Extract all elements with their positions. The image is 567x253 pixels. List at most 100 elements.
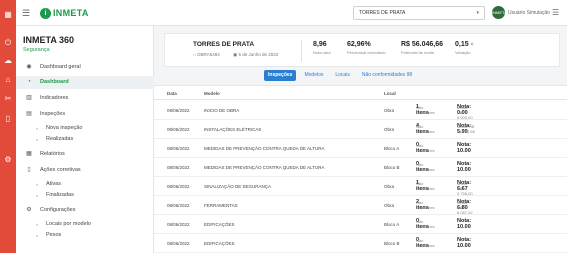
trend-down-icon: <	[470, 42, 474, 48]
cell-model: FERRAMENTAS	[204, 203, 238, 208]
menu-icon[interactable]: ☰	[22, 8, 30, 19]
summary-date: ▣ 5 de Junho de 2022	[233, 52, 279, 57]
cell-location: Obra	[384, 108, 395, 113]
module-subtitle: Segurança	[23, 47, 50, 53]
table-header: Data Modelo Local	[154, 86, 567, 100]
sidebar-item-dashboard[interactable]: ◔ Dashboard	[16, 76, 154, 89]
apps-menu-icon[interactable]: ☰	[552, 8, 559, 17]
document-icon[interactable]: ▯	[3, 114, 13, 124]
items-label: Não conformes	[416, 143, 435, 153]
multa-value: Multa: R$ 6.000,00	[457, 105, 473, 120]
report-icon: ▦	[26, 151, 32, 157]
tools-icon[interactable]: ✂	[3, 94, 13, 104]
cloud-icon[interactable]: ☁	[3, 56, 13, 66]
cell-location: Obra	[384, 203, 395, 208]
header-modelo[interactable]: Modelo	[204, 91, 220, 96]
table-row[interactable]: 08/06/2022 FERRAMENTAS Obra 2 itens Não conf…	[154, 196, 567, 215]
speedometer-icon: ◔	[27, 79, 31, 85]
logo-mark-icon: i	[40, 7, 51, 19]
table-row[interactable]: 08/06/2022 INSTALAÇÕES ELÉTRICAS Obra 4 ite…	[154, 120, 567, 139]
header-data[interactable]: Data	[167, 91, 177, 96]
summary-code: ⌂ OBRA5484	[193, 52, 220, 57]
module-title: INMETA 360	[23, 35, 75, 45]
table-row[interactable]: 08/06/2022 MEDIDAS DE PREVENÇÃO CONTRA QU…	[154, 158, 567, 177]
inspections-table: Data Modelo Local 09/06/2022 INICIO DE OB…	[154, 85, 567, 253]
table-row[interactable]: 08/06/2022 MEDIDAS DE PREVENÇÃO CONTRA QU…	[154, 139, 567, 158]
cell-location: Obra	[384, 184, 395, 189]
tab-locais[interactable]: Locais	[331, 70, 353, 81]
items-label: Não conformes	[416, 219, 435, 229]
sidebar-item-label: Dashboard	[40, 79, 69, 85]
cell-model: INICIO DE OBRA	[204, 108, 240, 113]
metric-potencial-multa: R$ 56.046,66 Potencial de multa	[401, 41, 444, 55]
sidebar-item-label: Indicadores	[40, 95, 69, 101]
file-icon: ▯	[27, 167, 31, 173]
cell-model: MEDIDAS DE PREVENÇÃO CONTRA QUEDA DE ALT…	[204, 165, 325, 170]
user-name[interactable]: Usuário Simulação	[508, 10, 550, 16]
note-value: Nota: 10.00	[457, 161, 472, 173]
multa-value: Multa: R$ 3.756,00	[457, 181, 473, 196]
summary-title: TORRES DE PRATA	[193, 41, 255, 48]
logo[interactable]: i INMETA	[40, 6, 89, 20]
table-row[interactable]: 08/06/2022 EDIFICAÇÕES Bloco A0 itens Não c…	[154, 215, 567, 234]
header-local[interactable]: Local	[384, 91, 396, 96]
metric-percentual: 62,96% Percentual executado	[347, 41, 386, 55]
metric-nota-obra: 8,96 Nota obra	[313, 41, 331, 55]
table-row[interactable]: 09/06/2022 INICIO DE OBRA Obra 1 itens Não c…	[154, 101, 567, 120]
cell-date: 08/06/2022	[167, 184, 190, 189]
sidebar-item-pesos[interactable]: ○ Pesos	[16, 229, 154, 242]
table-row[interactable]: 08/06/2022 SINALIZAÇÃO DE SEGURANÇA Obra 1 …	[154, 177, 567, 196]
summary-card: TORRES DE PRATA ⌂ OBRA5484 ▣ 5 de Junho …	[164, 33, 560, 67]
chevron-down-icon: ▾	[476, 10, 479, 16]
cell-date: 08/06/2022	[167, 241, 190, 246]
cell-date: 08/06/2022	[167, 146, 190, 151]
top-bar: ☰ i INMETA TORRES DE PRATA ▾ INMETA Usuá…	[16, 0, 567, 26]
cell-model: MEDIDAS DE PREVENÇÃO CONTRA QUEDA DE ALT…	[204, 146, 325, 151]
multa-value: Multa: R$ 19.966,66	[457, 124, 475, 134]
sidebar-item-label: Inspeções	[40, 111, 66, 117]
note-value: Nota: 10.00	[457, 237, 472, 249]
circle-icon: ○	[35, 193, 39, 198]
cell-model: EDIFICAÇÕES	[204, 222, 235, 227]
cell-date: 09/06/2022	[167, 108, 190, 113]
items-label: Não conformes	[416, 124, 435, 134]
avatar[interactable]: INMETA	[492, 6, 507, 19]
settings-icon[interactable]: ⚙	[3, 155, 13, 165]
sidebar-item-inspecoes[interactable]: ▤ Inspeções	[16, 108, 154, 121]
items-label: Não conformes	[416, 105, 435, 115]
sidebar-item-relatorios[interactable]: ▦ Relatórios	[16, 148, 154, 161]
sidebar-item-label: Pesos	[46, 232, 62, 238]
main-content: TORRES DE PRATA ⌂ OBRA5484 ▣ 5 de Junho …	[154, 26, 567, 253]
tab-inspecoes[interactable]: Inspeções	[264, 70, 297, 81]
company-select[interactable]: TORRES DE PRATA ▾	[353, 6, 485, 20]
tab-nao-conformidades[interactable]: Não conformidades 98	[358, 70, 416, 81]
sidebar-item-configuracoes[interactable]: ⚙ Configurações	[16, 204, 154, 217]
sidebar-item-finalizadas[interactable]: ○ Finalizadas	[16, 189, 154, 202]
cell-location: Bloco B	[384, 241, 400, 246]
sidebar-item-realizadas[interactable]: ○ Realizadas	[16, 133, 154, 146]
sidebar-item-indicadores[interactable]: ▥ Indicadores	[16, 92, 154, 105]
home-icon[interactable]: ⌂	[3, 75, 13, 85]
sidebar-item-label: Relatórios	[40, 151, 65, 157]
note-value: Nota: 10.00	[457, 218, 472, 230]
circle-icon: ○	[35, 137, 39, 142]
logo-text: INMETA	[53, 8, 89, 18]
cell-location: Bloco A	[384, 222, 400, 227]
note-value: Nota: 10.00	[457, 142, 472, 154]
sidebar-item-label: Dashboard geral	[40, 64, 81, 70]
table-row[interactable]: 08/06/2022 EDIFICAÇÕES Bloco B0 itens Não c…	[154, 234, 567, 253]
sidebar-item-label: Finalizadas	[46, 192, 74, 198]
gear-icon: ⚙	[26, 207, 32, 213]
cell-location: Bloco A	[384, 146, 400, 151]
sidebar-item-acoes-corretivas[interactable]: ▯ Ações corretivas	[16, 164, 154, 177]
circle-icon: ○	[35, 233, 39, 238]
grid-icon[interactable]: ▦	[3, 10, 13, 20]
sidebar: INMETA 360 Segurança ◉ Dashboard geral ◔…	[16, 26, 154, 253]
sidebar-item-dashboard-geral[interactable]: ◉ Dashboard geral	[16, 61, 154, 74]
sidebar-item-label: Realizadas	[46, 136, 74, 142]
cell-date: 08/06/2022	[167, 165, 190, 170]
power-icon[interactable]: ⏻	[3, 38, 13, 48]
cell-date: 08/06/2022	[167, 127, 190, 132]
cell-date: 08/06/2022	[167, 222, 190, 227]
tab-modelos[interactable]: Modelos	[300, 70, 327, 81]
